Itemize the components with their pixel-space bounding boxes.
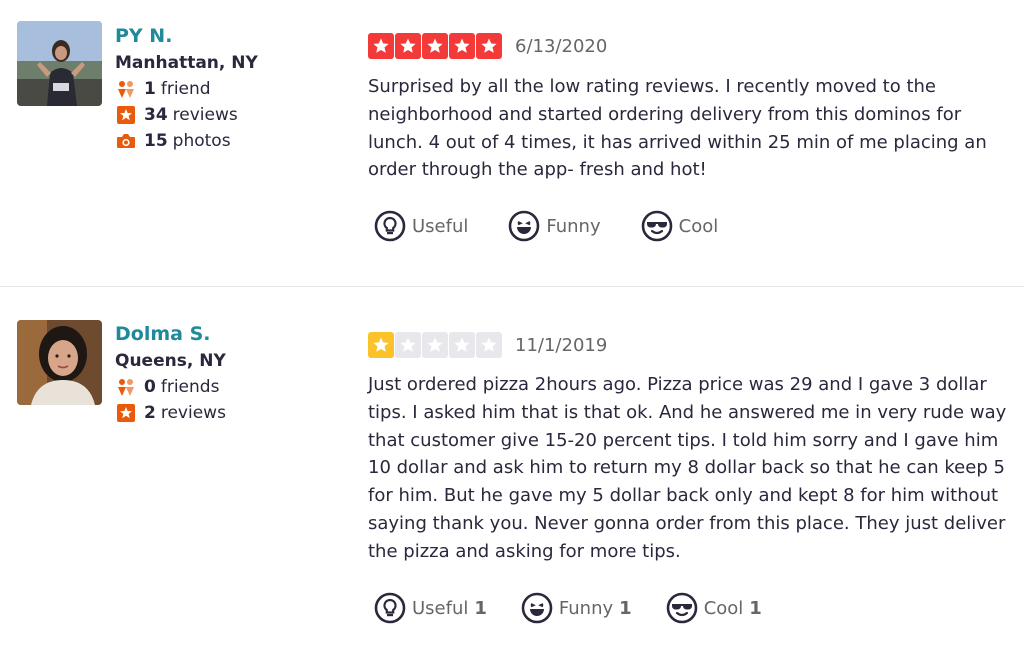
cool-count: 1 (749, 597, 762, 619)
friends-count: 1 (144, 79, 156, 99)
cool-label: Cool (703, 597, 744, 619)
user-location: Manhattan, NY (115, 53, 258, 73)
star-filled-icon (395, 33, 421, 59)
star-rating (368, 33, 503, 59)
funny-label: Funny (546, 215, 601, 237)
user-location: Queens, NY (115, 351, 226, 371)
cool-label: Cool (678, 215, 719, 237)
user-name[interactable]: PY N. (115, 24, 258, 48)
star-filled-icon (368, 332, 394, 358)
friends-stat: 0 friends (115, 374, 226, 400)
reviews-stat: 34 reviews (115, 102, 258, 128)
friends-label: friend (160, 79, 211, 99)
star-badge-icon (115, 403, 137, 423)
star-filled-icon (449, 33, 475, 59)
friends-icon (115, 377, 137, 397)
user-name[interactable]: Dolma S. (115, 322, 226, 346)
sunglasses-face-icon (666, 592, 697, 624)
star-empty-icon (449, 332, 475, 358)
sunglasses-face-icon (641, 210, 672, 242)
cool-button[interactable]: Cool (641, 210, 725, 242)
lightbulb-icon (374, 210, 406, 242)
star-filled-icon (368, 33, 394, 59)
rating-row: 11/1/2019 (368, 332, 607, 358)
star-empty-icon (395, 332, 421, 358)
photos-count: 15 (144, 131, 168, 151)
review-date: 6/13/2020 (515, 35, 608, 57)
useful-label: Useful (412, 597, 469, 619)
friends-stat: 1 friend (115, 76, 258, 102)
lightbulb-icon (374, 592, 406, 624)
star-empty-icon (476, 332, 502, 358)
photos-label: photos (172, 131, 231, 151)
funny-label: Funny (558, 597, 614, 619)
user-info: Dolma S. Queens, NY 0 friends 2 reviews (115, 322, 226, 426)
useful-button[interactable]: Useful (374, 210, 474, 242)
camera-icon (115, 131, 137, 151)
funny-face-icon (521, 592, 553, 624)
reviews-stat: 2 reviews (115, 400, 226, 426)
review-actions: Useful Funny Cool (374, 210, 724, 242)
review-card: PY N. Manhattan, NY 1 friend 34 reviews … (0, 0, 1024, 286)
reviews-label: reviews (172, 105, 238, 125)
reviews-label: reviews (160, 403, 226, 423)
funny-face-icon (509, 210, 540, 242)
star-empty-icon (422, 332, 448, 358)
review-actions: Useful 1 Funny 1 Cool 1 (374, 592, 762, 624)
star-filled-icon (476, 33, 502, 59)
user-avatar[interactable] (17, 21, 102, 106)
review-date: 11/1/2019 (515, 334, 608, 356)
friends-icon (115, 79, 137, 99)
friends-label: friends (160, 377, 220, 397)
reviews-count: 2 (144, 403, 156, 423)
funny-button[interactable]: Funny 1 (521, 592, 632, 624)
friends-count: 0 (144, 377, 156, 397)
useful-button[interactable]: Useful 1 (374, 592, 487, 624)
photos-stat: 15 photos (115, 128, 258, 154)
star-filled-icon (422, 33, 448, 59)
useful-count: 1 (474, 597, 487, 619)
reviews-count: 34 (144, 105, 168, 125)
useful-label: Useful (412, 215, 469, 237)
funny-count: 1 (619, 597, 632, 619)
star-badge-icon (115, 105, 137, 125)
rating-row: 6/13/2020 (368, 33, 607, 59)
review-text: Just ordered pizza 2hours ago. Pizza pri… (368, 374, 1007, 562)
funny-button[interactable]: Funny (508, 210, 606, 242)
review-text: Surprised by all the low rating reviews.… (368, 76, 987, 181)
user-avatar[interactable] (17, 320, 102, 405)
user-info: PY N. Manhattan, NY 1 friend 34 reviews … (115, 24, 258, 154)
star-rating (368, 332, 503, 358)
cool-button[interactable]: Cool 1 (666, 592, 762, 624)
review-card: Dolma S. Queens, NY 0 friends 2 reviews … (0, 287, 1024, 657)
